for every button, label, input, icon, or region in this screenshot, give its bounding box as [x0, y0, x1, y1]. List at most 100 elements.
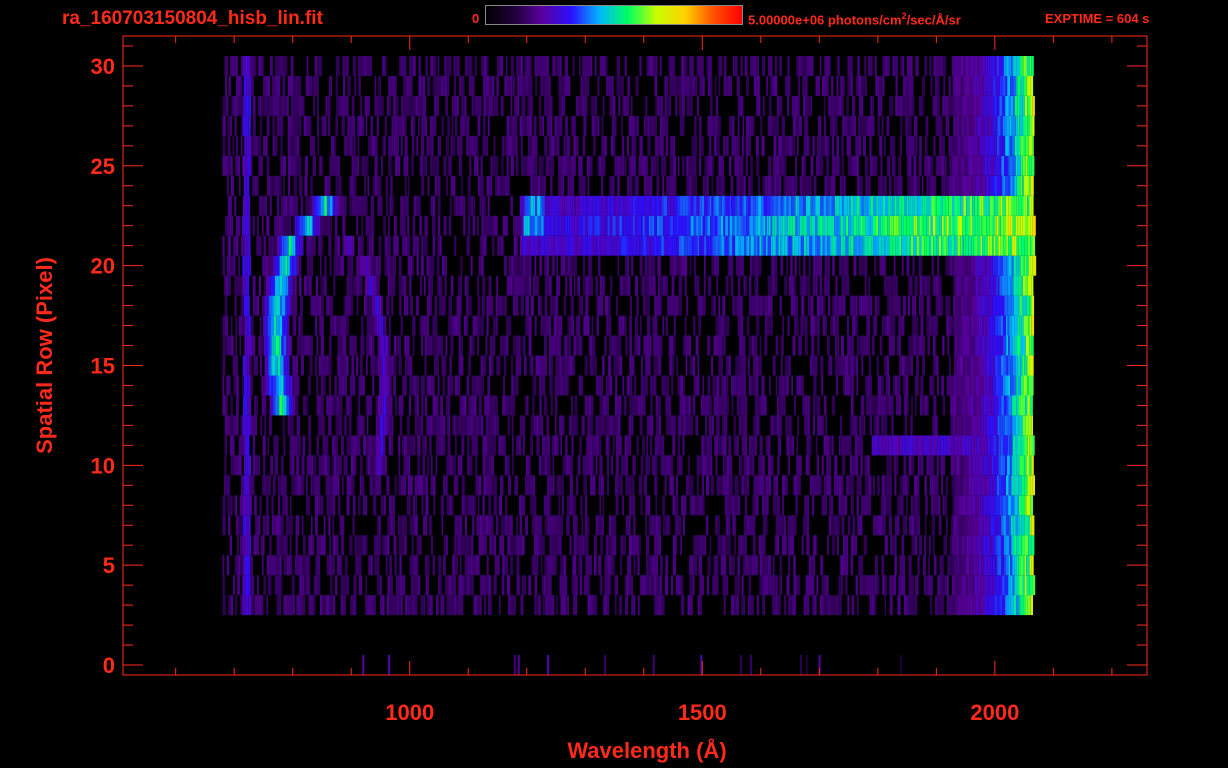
heatmap-cell: [246, 555, 249, 576]
heatmap-cell: [968, 235, 972, 256]
heatmap-cell: [923, 535, 927, 556]
heatmap-cell: [601, 415, 604, 436]
heatmap-cell: [1018, 435, 1021, 456]
heatmap-cell: [552, 295, 556, 316]
heatmap-cell: [621, 495, 624, 516]
heatmap-cell: [993, 155, 998, 176]
heatmap-cell: [495, 295, 498, 316]
heatmap-cell: [778, 375, 782, 396]
heatmap-cell: [582, 215, 586, 236]
heatmap-cell: [929, 295, 931, 316]
heatmap-cell: [1015, 435, 1019, 456]
heatmap-cell: [617, 395, 620, 416]
heatmap-cell: [414, 575, 418, 596]
heatmap-cell: [481, 295, 485, 316]
heatmap-cell: [877, 375, 882, 396]
heatmap-cell: [661, 375, 664, 396]
heatmap-cell: [981, 475, 985, 496]
heatmap-cell: [606, 455, 610, 476]
heatmap-cell: [630, 175, 633, 196]
heatmap-cell: [812, 595, 815, 616]
heatmap-cell: [838, 435, 841, 456]
heatmap-cell: [614, 595, 617, 616]
heatmap-cell: [944, 155, 947, 176]
heatmap-cell: [392, 195, 395, 216]
heatmap-cell: [790, 295, 794, 316]
heatmap-cell: [613, 195, 616, 216]
heatmap-cell: [495, 315, 499, 336]
heatmap-cell: [646, 415, 649, 436]
heatmap-cell: [759, 355, 762, 376]
heatmap-cell: [517, 215, 521, 236]
heatmap-cell: [897, 235, 900, 256]
heatmap-cell: [424, 335, 427, 356]
heatmap-cell: [1024, 575, 1027, 596]
heatmap-cell: [400, 595, 403, 616]
heatmap-cell: [243, 295, 247, 316]
heatmap-cell: [506, 275, 510, 296]
heatmap-cell: [363, 175, 366, 196]
heatmap-cell: [562, 575, 565, 596]
heatmap-cell: [1022, 255, 1025, 276]
heatmap-cell: [284, 275, 287, 296]
heatmap-cell: [748, 575, 752, 596]
heatmap-cell: [652, 215, 655, 236]
heatmap-cell: [269, 395, 272, 416]
heatmap-cell: [450, 455, 453, 476]
heatmap-cell: [996, 435, 999, 456]
heatmap-cell: [721, 315, 725, 336]
heatmap-cell: [493, 135, 496, 156]
heatmap-cell: [287, 415, 291, 436]
heatmap-cell: [629, 475, 632, 496]
heatmap-cell: [227, 515, 231, 536]
heatmap-cell: [373, 495, 377, 516]
heatmap-cell: [759, 335, 762, 356]
heatmap-cell: [227, 255, 229, 276]
heatmap-cell: [900, 575, 904, 596]
heatmap-cell: [751, 435, 755, 456]
heatmap-cell: [625, 475, 628, 496]
heatmap-cell: [777, 455, 780, 476]
heatmap-cell: [612, 415, 615, 436]
heatmap-cell: [595, 195, 599, 216]
heatmap-cell: [767, 555, 770, 576]
heatmap-cell: [533, 535, 536, 556]
heatmap-cell: [768, 215, 771, 236]
heatmap-cell: [933, 395, 937, 416]
heatmap-cell: [821, 375, 824, 396]
heatmap-cell: [491, 295, 494, 316]
heatmap-cell: [676, 355, 679, 376]
heatmap-cell: [802, 275, 806, 296]
heatmap-cell: [964, 435, 966, 456]
heatmap-cell: [947, 295, 951, 316]
heatmap-cell: [313, 235, 316, 256]
heatmap-cell: [253, 355, 257, 376]
heatmap-cell: [871, 575, 874, 596]
heatmap-cell: [887, 155, 891, 176]
heatmap-cell: [512, 275, 515, 296]
heatmap-cell: [649, 175, 653, 196]
heatmap-cell: [953, 455, 957, 476]
heatmap-cell: [1020, 175, 1023, 196]
heatmap-cell: [315, 315, 318, 336]
heatmap-cell: [1023, 315, 1026, 336]
heatmap-cell: [353, 575, 357, 596]
heatmap-cell: [902, 295, 907, 316]
heatmap-cell: [267, 475, 271, 496]
heatmap-cell: [857, 435, 860, 456]
heatmap-cell: [853, 235, 857, 256]
heatmap-cell: [760, 215, 764, 236]
heatmap-cell: [1003, 235, 1007, 256]
heatmap-cell: [655, 455, 658, 476]
heatmap-cell: [450, 335, 454, 356]
heatmap-cell: [587, 235, 590, 256]
heatmap-cell: [307, 335, 310, 356]
heatmap-cell: [570, 195, 573, 216]
heatmap-cell: [1017, 495, 1019, 516]
heatmap-cell: [569, 255, 571, 276]
heatmap-cell: [430, 155, 433, 176]
heatmap-cell: [592, 335, 596, 356]
heatmap-cell: [750, 235, 754, 256]
heatmap-cell: [633, 495, 636, 516]
heatmap-cell: [284, 495, 288, 516]
